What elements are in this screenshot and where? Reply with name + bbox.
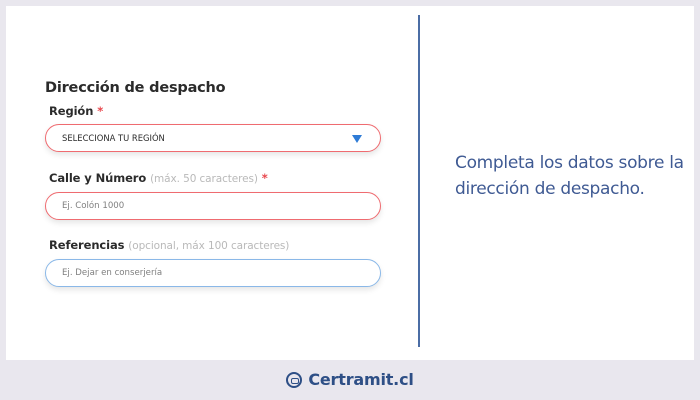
region-select-value: SELECCIONA TU REGIÓN	[62, 133, 165, 143]
region-select[interactable]: SELECCIONA TU REGIÓN	[45, 124, 381, 152]
street-hint: (máx. 50 caracteres)	[150, 173, 258, 185]
chevron-down-icon[interactable]	[352, 135, 362, 143]
shipping-address-form: Dirección de despacho Región * SELECCION…	[45, 80, 381, 287]
street-input-placeholder: Ej. Colón 1000	[62, 201, 125, 211]
references-hint: (opcional, máx 100 caracteres)	[128, 240, 290, 252]
brand-footer: Certramit.cl	[0, 370, 700, 389]
region-label-text: Región	[49, 104, 94, 118]
street-input[interactable]: Ej. Colón 1000	[45, 192, 381, 220]
references-input-placeholder: Ej. Dejar en conserjería	[62, 268, 163, 278]
references-field: Referencias (opcional, máx 100 caractere…	[45, 238, 381, 287]
certramit-logo-icon	[286, 371, 303, 388]
form-title: Dirección de despacho	[45, 80, 226, 96]
street-field: Calle y Número (máx. 50 caracteres) * Ej…	[45, 171, 381, 220]
street-label: Calle y Número (máx. 50 caracteres) *	[49, 171, 381, 185]
references-input[interactable]: Ej. Dejar en conserjería	[45, 259, 381, 287]
references-label-text: Referencias	[49, 238, 125, 252]
required-mark: *	[97, 104, 104, 118]
region-field: Región * SELECCIONA TU REGIÓN	[45, 104, 381, 152]
content-card: Dirección de despacho Región * SELECCION…	[6, 6, 694, 360]
required-mark: *	[261, 171, 268, 185]
vertical-divider	[418, 15, 420, 347]
references-label: Referencias (opcional, máx 100 caractere…	[49, 238, 381, 252]
description-text: Completa los datos sobre la dirección de…	[455, 153, 684, 199]
brand-name: Certramit.cl	[308, 370, 414, 389]
street-label-text: Calle y Número	[49, 171, 147, 185]
region-label: Región *	[49, 104, 381, 118]
